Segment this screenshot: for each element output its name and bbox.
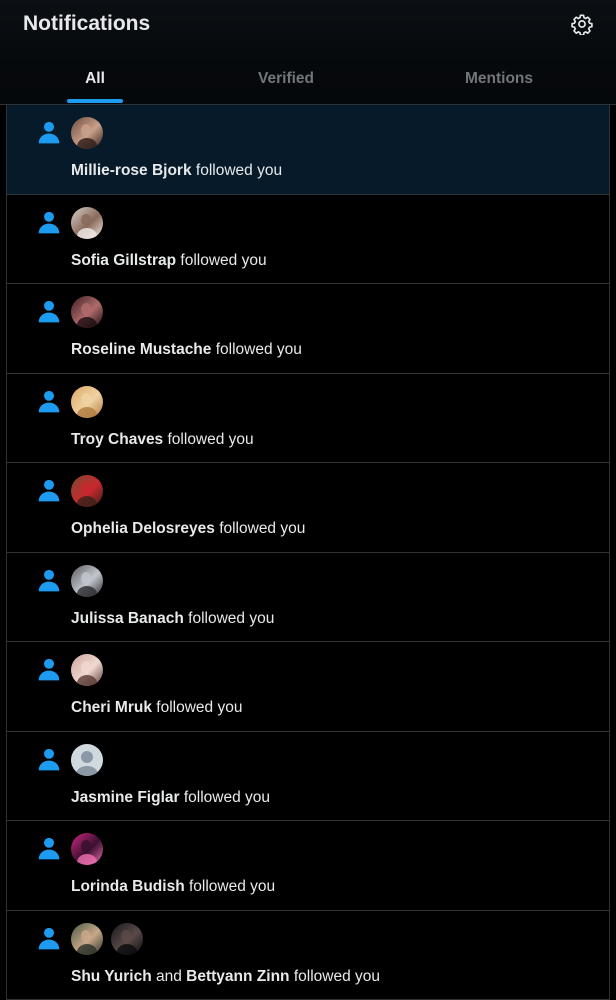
- user-name-link[interactable]: Cheri Mruk: [71, 699, 152, 716]
- person-icon: [38, 837, 60, 860]
- tab-all[interactable]: All: [35, 54, 155, 104]
- top-bar: Notifications All Verified Mentions: [0, 0, 616, 105]
- notification-text: Millie-rose Bjork followed you: [71, 160, 282, 182]
- notification-row[interactable]: Jasmine Figlar followed you: [7, 732, 609, 821]
- notification-row[interactable]: Millie-rose Bjork followed you: [7, 105, 609, 195]
- action-text: followed you: [188, 609, 275, 627]
- avatar[interactable]: [71, 654, 103, 686]
- action-text: followed you: [195, 162, 283, 179]
- avatar-photo: [71, 117, 103, 149]
- notification-text: Troy Chaves followed you: [71, 429, 254, 451]
- tab-label: Verified: [258, 70, 314, 87]
- notification-row[interactable]: Cheri Mruk followed you: [7, 642, 609, 732]
- person-icon: [38, 479, 60, 502]
- action-text: followed you: [293, 967, 380, 985]
- avatar-photo: [111, 922, 143, 955]
- action-text: followed you: [167, 430, 254, 448]
- person-icon: [38, 927, 60, 949]
- user-name-link[interactable]: Julissa Banach: [71, 610, 184, 627]
- action-text: followed you: [183, 788, 271, 806]
- person-icon: [38, 390, 60, 412]
- person-icon: [38, 569, 60, 591]
- user-name-link[interactable]: Lorinda Budish: [71, 878, 185, 895]
- avatar[interactable]: [71, 206, 103, 239]
- notification-row[interactable]: Roseline Mustache followed you: [7, 284, 609, 374]
- notification-text: Ophelia Delosreyes followed you: [71, 518, 305, 540]
- notification-text: Cheri Mruk followed you: [71, 697, 242, 719]
- gear-icon[interactable]: [571, 13, 593, 35]
- avatar[interactable]: [71, 564, 103, 597]
- avatar[interactable]: [71, 833, 103, 865]
- notification-text: Lorinda Budish followed you: [71, 876, 275, 898]
- user-name-link[interactable]: Bettyann Zinn: [186, 968, 289, 985]
- notification-text: Sofia Gillstrap followed you: [71, 250, 267, 272]
- joiner-text: and: [151, 967, 187, 985]
- avatar-photo: [71, 564, 103, 597]
- avatar[interactable]: [111, 922, 143, 955]
- page-title: Notifications: [23, 12, 151, 35]
- user-name-link[interactable]: Ophelia Delosreyes: [71, 520, 215, 537]
- person-icon: [38, 300, 60, 323]
- avatar-photo: [71, 385, 103, 418]
- user-name-link[interactable]: Jasmine Figlar: [71, 789, 180, 806]
- avatar[interactable]: [71, 296, 103, 328]
- avatar[interactable]: [71, 922, 103, 955]
- person-icon: [38, 211, 60, 233]
- avatar-photo: [71, 922, 103, 955]
- notification-row[interactable]: Ophelia Delosreyes followed you: [7, 463, 609, 553]
- notification-row[interactable]: Sofia Gillstrap followed you: [7, 195, 609, 284]
- user-name-link[interactable]: Sofia Gillstrap: [71, 252, 176, 269]
- action-text: followed you: [215, 341, 302, 358]
- avatar-photo: [71, 833, 103, 865]
- notification-row[interactable]: Lorinda Budish followed you: [7, 821, 609, 911]
- action-text: followed you: [180, 251, 267, 269]
- tab-verified[interactable]: Verified: [226, 54, 346, 104]
- action-text: followed you: [219, 520, 306, 537]
- tab-bar: All Verified Mentions: [0, 54, 616, 104]
- notification-row[interactable]: Troy Chaves followed you: [7, 374, 609, 463]
- action-text: followed you: [188, 878, 276, 895]
- notifications-list: Millie-rose Bjork followed you Sofia Gill…: [6, 105, 610, 1000]
- notification-text: Julissa Banach followed you: [71, 608, 274, 630]
- notification-text: Roseline Mustache followed you: [71, 339, 302, 361]
- avatar[interactable]: [71, 117, 103, 149]
- avatar[interactable]: [71, 743, 103, 776]
- avatar-photo: [71, 296, 103, 328]
- active-tab-indicator: [67, 99, 123, 103]
- person-icon: [38, 748, 60, 770]
- action-text: followed you: [156, 699, 243, 716]
- notification-text: Jasmine Figlar followed you: [71, 787, 270, 809]
- notification-text: Shu Yurich and Bettyann Zinn followed yo…: [71, 966, 380, 988]
- tab-mentions[interactable]: Mentions: [439, 54, 559, 104]
- user-name-link[interactable]: Shu Yurich: [71, 968, 152, 985]
- notification-row[interactable]: Julissa Banach followed you: [7, 553, 609, 642]
- avatar-photo: [71, 206, 103, 239]
- default-avatar-icon: [71, 743, 103, 776]
- user-name-link[interactable]: Roseline Mustache: [71, 341, 211, 358]
- person-icon: [38, 121, 60, 144]
- tab-label: Mentions: [464, 70, 534, 87]
- tab-label: All: [85, 70, 105, 87]
- user-name-link[interactable]: Troy Chaves: [71, 431, 163, 448]
- avatar-photo: [71, 475, 103, 507]
- user-name-link[interactable]: Millie-rose Bjork: [71, 162, 192, 179]
- avatar[interactable]: [71, 475, 103, 507]
- person-icon: [38, 658, 60, 681]
- notification-row[interactable]: Shu Yurich and Bettyann Zinn followed yo…: [7, 911, 609, 1000]
- avatar[interactable]: [71, 385, 103, 418]
- avatar-photo: [71, 654, 103, 686]
